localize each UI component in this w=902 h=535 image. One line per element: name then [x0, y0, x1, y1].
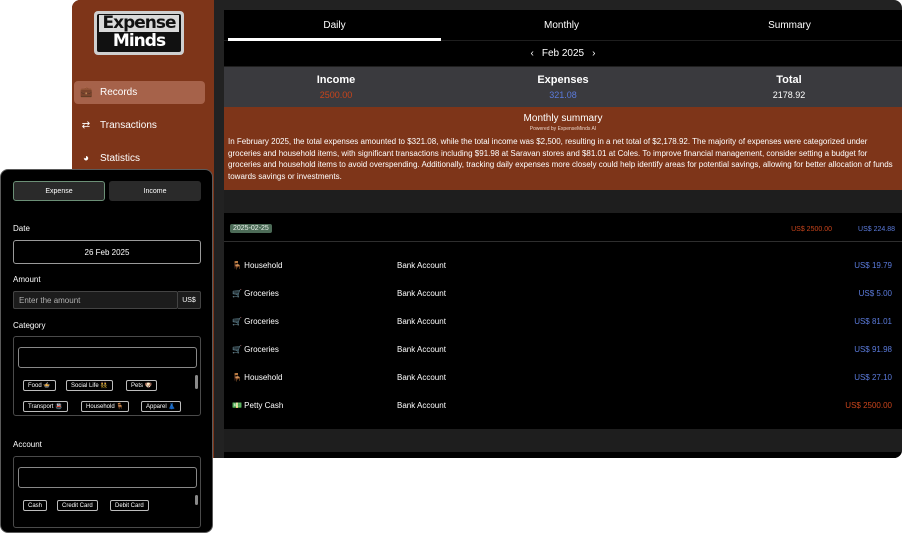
tab-monthly[interactable]: Monthly [449, 10, 674, 40]
account-picker: Cash Credit Card Debit Card [13, 456, 201, 528]
briefcase-icon: 💼 [80, 87, 93, 98]
expenses-total: Expenses 321.08 [493, 73, 633, 102]
transaction-account: Bank Account [397, 289, 446, 298]
day-income: US$ 2500.00 [791, 226, 832, 233]
sidebar-item-transactions[interactable]: ⇄ Transactions [74, 114, 205, 137]
next-day-section [224, 452, 902, 458]
transaction-amount: US$ 5.00 [858, 289, 892, 298]
transaction-amount: US$ 27.10 [854, 373, 892, 382]
sidebar-item-label: Records [100, 87, 138, 98]
account-search-input[interactable] [18, 467, 197, 488]
transactions-panel: 2025-02-25 US$ 2500.00 US$ 224.88 🪑 Hous… [224, 213, 902, 429]
transaction-amount: US$ 2500.00 [845, 401, 892, 410]
category-label: Category [13, 321, 46, 330]
income-total: Income 2500.00 [266, 73, 406, 102]
category-chip-pets[interactable]: Pets 🐶 [126, 380, 158, 391]
net-total: Total 2178.92 [719, 73, 859, 102]
logo-line-2: Minds [112, 31, 166, 51]
current-month: Feb 2025 [541, 48, 585, 59]
sidebar-item-label: Transactions [100, 120, 157, 131]
category-chip-food[interactable]: Food 🍲 [23, 380, 56, 391]
pie-chart-icon: ◕ [82, 153, 90, 164]
category-scrollbar[interactable] [195, 375, 198, 389]
transaction-category: 🛒 Groceries [232, 345, 279, 354]
account-chip-debit-card[interactable]: Debit Card [110, 500, 149, 511]
category-chip-transport[interactable]: Transport 🚇 [23, 401, 68, 412]
date-field[interactable]: 26 Feb 2025 [13, 240, 201, 264]
category-chip-social-life[interactable]: Social Life 👯 [66, 380, 113, 391]
category-chip-apparel[interactable]: Apparel 👗 [141, 401, 181, 412]
chevron-right-icon[interactable]: › [592, 48, 595, 59]
expenses-label: Expenses [537, 74, 589, 86]
swap-arrows-icon: ⇄ [81, 120, 91, 131]
account-chip-cash[interactable]: Cash [23, 500, 48, 511]
transaction-account: Bank Account [397, 401, 446, 410]
expenses-value: 321.08 [549, 90, 577, 100]
transaction-amount: US$ 19.79 [854, 261, 892, 270]
transaction-row[interactable]: 🪑 Household Bank Account US$ 27.10 [224, 363, 902, 391]
transaction-account: Bank Account [397, 345, 446, 354]
app-logo: Expense Minds [94, 11, 184, 55]
transaction-account: Bank Account [397, 261, 446, 270]
day-expenses: US$ 224.88 [858, 226, 895, 233]
sidebar-item-records[interactable]: 💼 Records [74, 81, 205, 104]
transaction-account: Bank Account [397, 373, 446, 382]
currency-label: US$ [178, 291, 201, 309]
income-type-button[interactable]: Income [109, 181, 201, 201]
total-label: Total [776, 74, 802, 86]
transaction-category: 🪑 Household [232, 373, 283, 382]
view-tabs: Daily Monthly Summary [224, 10, 902, 41]
summary-title: Monthly summary [523, 113, 603, 124]
transaction-row[interactable]: 🛒 Groceries Bank Account US$ 91.98 [224, 335, 902, 363]
logo-line-1: Expense [99, 15, 179, 32]
transaction-amount: US$ 81.01 [854, 317, 892, 326]
transaction-category: 🛒 Groceries [232, 289, 279, 298]
summary-text: In February 2025, the total expenses amo… [228, 137, 893, 182]
account-label: Account [13, 440, 42, 449]
sidebar-item-label: Statistics [100, 153, 141, 164]
transaction-account: Bank Account [397, 317, 446, 326]
amount-label: Amount [13, 275, 41, 284]
income-value: 2500.00 [319, 90, 353, 100]
transaction-category: 💵 Petty Cash [232, 401, 284, 410]
transaction-row[interactable]: 🛒 Groceries Bank Account US$ 81.01 [224, 307, 902, 335]
chevron-left-icon[interactable]: ‹ [531, 48, 534, 59]
expense-type-button[interactable]: Expense [13, 181, 105, 201]
transaction-row[interactable]: 🛒 Groceries Bank Account US$ 5.00 [224, 279, 902, 307]
income-label: Income [316, 74, 356, 86]
account-scrollbar[interactable] [195, 495, 198, 505]
transaction-amount: US$ 91.98 [854, 345, 892, 354]
monthly-summary-card: Monthly summary Powered by ExpenseMinds … [224, 107, 902, 190]
category-chip-household[interactable]: Household 🪑 [81, 401, 129, 412]
account-chip-credit-card[interactable]: Credit Card [57, 500, 98, 511]
category-picker: Food 🍲 Social Life 👯 Pets 🐶 Transport 🚇 … [13, 336, 201, 416]
transaction-row[interactable]: 🪑 Household Bank Account US$ 19.79 [224, 251, 902, 279]
transaction-row[interactable]: 💵 Petty Cash Bank Account US$ 2500.00 [224, 391, 902, 419]
day-header: 2025-02-25 US$ 2500.00 US$ 224.88 [224, 213, 902, 242]
category-search-input[interactable] [18, 347, 197, 368]
sidebar-item-statistics[interactable]: ◕ Statistics [74, 147, 205, 170]
add-transaction-panel: Expense Income Date 26 Feb 2025 Amount U… [0, 169, 213, 533]
transaction-category: 🪑 Household [232, 261, 283, 270]
date-badge: 2025-02-25 [230, 224, 272, 233]
tab-daily[interactable]: Daily [228, 10, 441, 40]
transaction-category: 🛒 Groceries [232, 317, 279, 326]
tab-summary[interactable]: Summary [677, 10, 902, 40]
month-navigator: ‹ Feb 2025 › [224, 41, 902, 66]
main-content: Daily Monthly Summary ‹ Feb 2025 › Incom… [224, 10, 902, 458]
summary-subtitle: Powered by ExpenseMinds AI [529, 126, 597, 132]
total-value: 2178.92 [772, 90, 806, 100]
amount-input[interactable] [13, 291, 178, 309]
totals-bar: Income 2500.00 Expenses 321.08 Total 217… [224, 67, 902, 107]
date-label: Date [13, 224, 30, 233]
